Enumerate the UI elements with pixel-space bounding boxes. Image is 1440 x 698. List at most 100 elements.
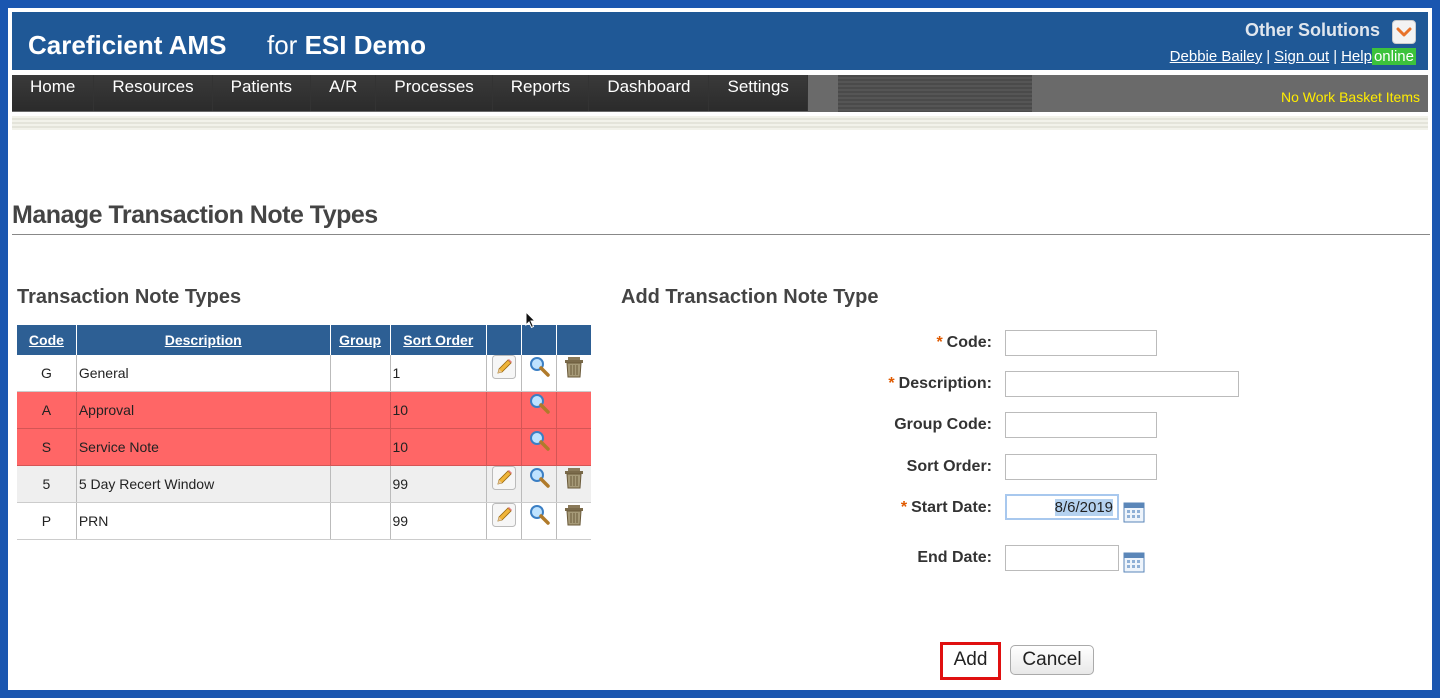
code-cell: 5 <box>17 465 77 503</box>
cancel-button[interactable]: Cancel <box>1010 645 1094 675</box>
start-date-value: 8/6/2019 <box>1054 499 1113 516</box>
description-label: * Description: <box>888 375 992 393</box>
description-cell: Approval <box>76 391 331 429</box>
trash-icon[interactable] <box>563 466 585 493</box>
page-title: Manage Transaction Note Types <box>12 201 378 229</box>
nav-reports[interactable]: Reports <box>492 75 590 111</box>
pencil-cell <box>486 428 523 466</box>
group-cell <box>330 465 391 503</box>
magnifier-cell <box>521 355 557 392</box>
calendar-icon[interactable] <box>1123 501 1145 523</box>
pencil-cell <box>486 355 523 392</box>
pencil-cell <box>486 502 523 540</box>
main-nav: Home Resources Patients A/R Processes Re… <box>12 75 1428 112</box>
trash-cell <box>556 465 591 503</box>
app-name: Careficient AMS <box>28 30 227 60</box>
start-date-label-text: Start Date: <box>911 499 992 516</box>
nav-ar[interactable]: A/R <box>311 75 377 111</box>
column-header-delete <box>556 325 591 355</box>
group-code-label: Group Code: <box>894 416 992 433</box>
column-header-group[interactable]: Group <box>330 325 391 355</box>
table-row: 55 Day Recert Window 99 <box>17 465 591 503</box>
sign-out-link[interactable]: Sign out <box>1274 48 1329 65</box>
chevron-down-icon <box>1396 27 1412 37</box>
description-cell: Service Note <box>76 428 331 466</box>
calendar-icon[interactable] <box>1123 551 1145 573</box>
title-divider <box>12 234 1430 235</box>
app-frame: Careficient AMS for ESI Demo Other Solut… <box>8 8 1432 690</box>
sort-order-cell: 1 <box>390 355 488 392</box>
code-input[interactable] <box>1005 330 1157 356</box>
form-title: Add Transaction Note Type <box>621 286 879 308</box>
group-cell <box>330 502 391 540</box>
work-basket-status[interactable]: No Work Basket Items <box>1281 89 1420 105</box>
sort-order-cell: 99 <box>390 465 488 503</box>
org-name: ESI Demo <box>304 30 426 60</box>
magnifier-icon[interactable] <box>527 355 551 382</box>
column-header-description[interactable]: Description <box>76 325 331 355</box>
code-cell: A <box>17 391 77 429</box>
column-header-edit <box>486 325 523 355</box>
nav-dashboard[interactable]: Dashboard <box>589 75 710 111</box>
magnifier-cell <box>521 502 557 540</box>
note-types-table: Code Description Group Sort Order G Gener… <box>17 325 591 540</box>
sort-order-cell: 10 <box>390 391 488 429</box>
group-code-input[interactable] <box>1005 412 1157 438</box>
nav-settings[interactable]: Settings <box>709 75 808 111</box>
add-button[interactable]: Add <box>945 646 996 676</box>
sort-order-cell: 10 <box>390 428 488 466</box>
start-date-input[interactable]: 8/6/2019 <box>1005 494 1119 520</box>
trash-icon[interactable] <box>563 503 585 530</box>
separator: | <box>1333 48 1338 65</box>
other-solutions-label[interactable]: Other Solutions <box>1245 20 1380 41</box>
magnifier-icon[interactable] <box>527 503 551 530</box>
nav-processes[interactable]: Processes <box>376 75 493 111</box>
sort-order-cell: 99 <box>390 502 488 540</box>
column-header-code[interactable]: Code <box>17 325 77 355</box>
magnifier-icon[interactable] <box>527 466 551 493</box>
description-cell: PRN <box>76 502 331 540</box>
start-date-label: * Start Date: <box>901 499 992 517</box>
pencil-icon[interactable] <box>492 466 517 493</box>
description-input[interactable] <box>1005 371 1239 397</box>
table-row: G General 1 <box>17 355 591 392</box>
pencil-cell <box>486 465 523 503</box>
nav-patients[interactable]: Patients <box>212 75 312 111</box>
magnifier-icon[interactable] <box>527 392 551 419</box>
for-prefix: for <box>267 30 298 60</box>
magnifier-cell <box>521 428 557 466</box>
user-name-link[interactable]: Debbie Bailey <box>1170 48 1263 65</box>
nav-home[interactable]: Home <box>12 75 95 111</box>
table-row: P PRN 99 <box>17 502 591 540</box>
table-row: A Approval 10 <box>17 391 591 429</box>
mouse-cursor-icon <box>525 311 537 329</box>
magnifier-cell <box>521 391 557 429</box>
group-cell <box>330 428 391 466</box>
nav-filler <box>838 75 1032 112</box>
app-header: Careficient AMS for ESI Demo Other Solut… <box>12 12 1428 70</box>
code-cell: P <box>17 502 77 540</box>
code-cell: S <box>17 428 77 466</box>
pencil-icon[interactable] <box>492 503 517 530</box>
trash-cell <box>556 428 591 466</box>
magnifier-icon[interactable] <box>527 429 551 456</box>
end-date-label: End Date: <box>917 549 992 566</box>
pencil-icon[interactable] <box>492 355 517 382</box>
end-date-input[interactable] <box>1005 545 1119 571</box>
other-solutions-dropdown-button[interactable] <box>1392 20 1416 44</box>
code-cell: G <box>17 355 77 392</box>
description-label-text: Description: <box>898 375 992 392</box>
help-link[interactable]: Help <box>1341 48 1372 65</box>
sort-order-input[interactable] <box>1005 454 1157 480</box>
column-header-sort-order[interactable]: Sort Order <box>390 325 488 355</box>
pencil-cell <box>486 391 523 429</box>
org-label: for ESI Demo <box>267 30 426 61</box>
required-marker: * <box>900 499 908 516</box>
magnifier-cell <box>521 465 557 503</box>
nav-resources[interactable]: Resources <box>94 75 213 111</box>
column-header-view <box>521 325 557 355</box>
table-header-row: Code Description Group Sort Order <box>17 325 591 355</box>
trash-icon[interactable] <box>563 355 585 382</box>
code-label-text: Code: <box>946 334 992 351</box>
sort-order-label: Sort Order: <box>906 458 992 475</box>
